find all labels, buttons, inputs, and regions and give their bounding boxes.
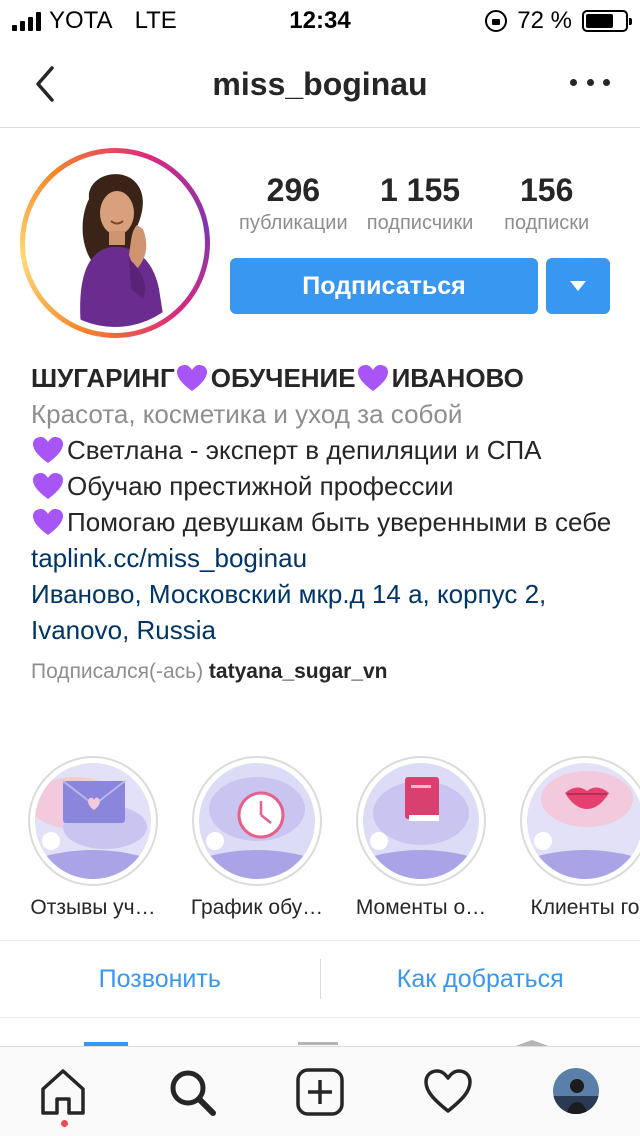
- highlight-label: График обу…: [190, 896, 324, 919]
- highlight-label: Отзывы уч…: [30, 896, 156, 919]
- stat-followers-value: 1 155: [379, 172, 461, 208]
- bio-name-part: ШУГАРИНГ: [31, 363, 175, 393]
- stat-following[interactable]: 156 подписки: [483, 170, 610, 235]
- list-view-icon: [298, 1042, 338, 1045]
- highlight-item[interactable]: Отзывы уч…: [20, 756, 166, 920]
- suggestions-dropdown-button[interactable]: [546, 258, 610, 314]
- battery-percent: 72 %: [517, 7, 572, 34]
- followed-by[interactable]: Подписался(-ась) tatyana_sugar_vn: [31, 654, 621, 690]
- highlight-label: Клиенты го: [530, 896, 640, 919]
- profile-bio: ШУГАРИНГ ОБУЧЕНИЕ ИВАНОВО Красота, космети…: [31, 360, 621, 690]
- header-username: miss_boginau: [212, 66, 428, 102]
- stat-following-label: подписки: [504, 212, 590, 234]
- stat-followers-label: подписчики: [366, 212, 474, 234]
- purple-heart-icon: [33, 509, 63, 535]
- avatar-photo-illustration: [31, 159, 199, 327]
- stat-followers[interactable]: 1 155 подписчики: [357, 170, 484, 235]
- bio-name-part: ИВАНОВО: [391, 363, 524, 393]
- bio-category: Красота, косметика и уход за собой: [31, 399, 463, 429]
- profile-stats: 296 публикации 1 155 подписчики 156 подп…: [230, 170, 610, 235]
- bio-line-text: Обучаю престижной профессии: [67, 471, 454, 501]
- rotation-lock-icon: [485, 10, 508, 32]
- followed-by-prefix: Подписался(-ась): [31, 660, 204, 683]
- bio-website-link[interactable]: taplink.cc/miss_boginau: [31, 540, 621, 576]
- profile-tab-avatar-image: [553, 1068, 599, 1114]
- stat-following-value: 156: [519, 172, 574, 208]
- bio-name-part: ОБУЧЕНИЕ: [210, 363, 356, 393]
- profile-header: miss_boginau: [0, 40, 640, 128]
- bio-line: Помогаю девушкам быть уверенными в себе: [31, 504, 621, 540]
- status-bar: YOTA LTE 12:34 72 %: [0, 0, 640, 40]
- purple-heart-icon: [33, 437, 63, 463]
- notification-dot: [61, 1120, 68, 1127]
- search-icon[interactable]: [167, 1067, 217, 1117]
- stat-posts-value: 296: [266, 172, 321, 208]
- home-icon[interactable]: [38, 1067, 88, 1117]
- bottom-tab-bar: [0, 1046, 640, 1136]
- contact-actions: Позвонить Как добраться: [0, 940, 640, 1018]
- more-horizontal-icon[interactable]: [570, 76, 610, 88]
- highlight-item[interactable]: Клиенты го: [512, 756, 640, 920]
- call-button[interactable]: Позвонить: [0, 965, 320, 994]
- followed-by-user: tatyana_sugar_vn: [208, 660, 388, 683]
- directions-button[interactable]: Как добраться: [321, 965, 640, 994]
- bio-address-link[interactable]: Иваново, Московский мкр.д 14 а, корпус 2…: [31, 576, 621, 648]
- heart-icon[interactable]: [423, 1067, 473, 1117]
- bio-name: ШУГАРИНГ ОБУЧЕНИЕ ИВАНОВО: [31, 360, 621, 396]
- bio-line: Обучаю престижной профессии: [31, 468, 621, 504]
- bio-line: Светлана - эксперт в депиляции и СПА: [31, 432, 621, 468]
- clock-icon: [199, 763, 315, 879]
- chevron-down-icon: [570, 281, 586, 291]
- purple-heart-icon: [33, 473, 63, 499]
- bio-line-text: Светлана - эксперт в депиляции и СПА: [67, 435, 542, 465]
- purple-heart-icon: [176, 365, 207, 391]
- profile-avatar-tab[interactable]: [553, 1068, 599, 1114]
- subscribe-button[interactable]: Подписаться: [230, 258, 538, 314]
- lips-icon: [527, 763, 640, 879]
- battery-icon: [582, 10, 632, 32]
- story-highlights: Отзывы уч… График обу… Моменты о… Клиент…: [20, 756, 640, 926]
- battery-level: [586, 14, 614, 28]
- purple-heart-icon: [357, 365, 388, 391]
- status-right: 72 %: [485, 7, 632, 35]
- stat-posts-label: публикации: [239, 212, 348, 234]
- add-post-icon[interactable]: [295, 1067, 345, 1117]
- stat-posts[interactable]: 296 публикации: [230, 170, 357, 235]
- highlight-item[interactable]: График обу…: [184, 756, 330, 920]
- envelope-heart-icon: [35, 763, 151, 879]
- bio-line-text: Помогаю девушкам быть уверенными в себе: [67, 507, 612, 537]
- highlight-item[interactable]: Моменты о…: [348, 756, 494, 920]
- profile-avatar[interactable]: [20, 148, 210, 338]
- highlight-label: Моменты о…: [355, 896, 487, 919]
- book-icon: [363, 763, 479, 879]
